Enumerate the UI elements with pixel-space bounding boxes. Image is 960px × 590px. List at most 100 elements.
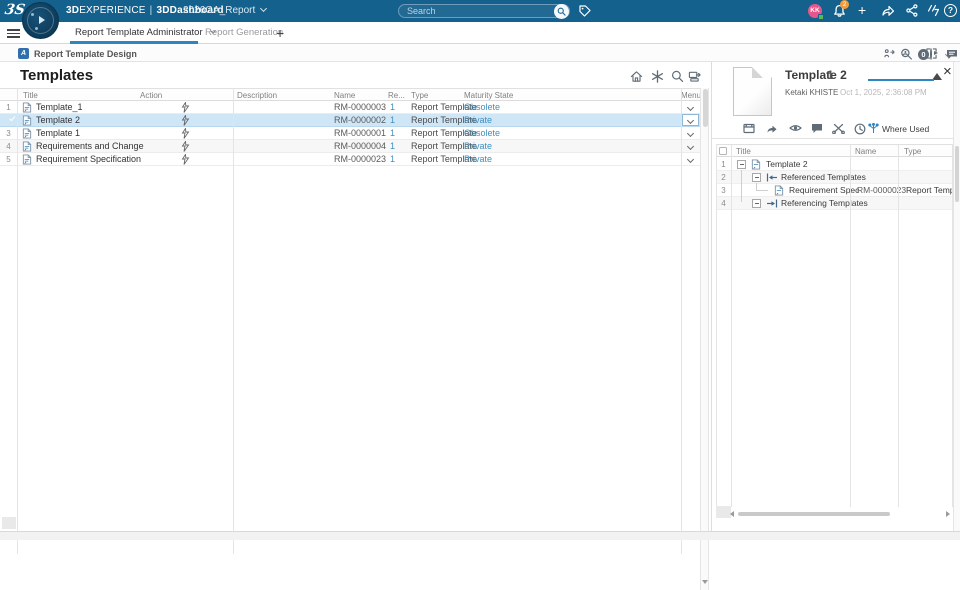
scrollbar-thumb[interactable] [702, 89, 708, 127]
tree-row[interactable]: 3 Requirement Specific... RM-0000023 Rep… [716, 184, 953, 197]
comments-panel-icon[interactable] [946, 49, 958, 60]
scroll-right-arrow-icon[interactable] [946, 511, 950, 517]
notifications-button[interactable]: 2 [833, 0, 849, 18]
close-panel-button[interactable]: × [943, 64, 952, 79]
cell-revision[interactable]: 1 [390, 127, 395, 140]
share-nodes-button[interactable] [906, 4, 918, 17]
tree-cell-title[interactable]: Template 2 [766, 158, 808, 171]
scroll-left-arrow-icon[interactable] [730, 511, 734, 517]
presence-badge-icon [818, 14, 824, 20]
home-icon[interactable] [630, 70, 643, 83]
tag-icon[interactable] [579, 5, 591, 17]
cell-maturity[interactable]: Obsolete [464, 127, 500, 140]
play-media-icon[interactable] [930, 48, 939, 60]
row-menu-button[interactable] [681, 127, 700, 140]
cell-title[interactable]: Template 1 [36, 127, 80, 140]
tree-cell-title[interactable]: Referencing Templates [781, 197, 868, 210]
chevron-down-icon [260, 4, 268, 13]
table-row[interactable]: 5 Requirement Specification RM-0000023 1… [0, 153, 700, 166]
scrollbar-thumb[interactable] [955, 146, 959, 202]
row-menu-button[interactable] [681, 153, 700, 166]
widget-header: A Report Template Design [0, 44, 960, 62]
dashboard-tab-bar: Report Template Administrator Report Gen… [0, 22, 960, 60]
cell-name: RM-0000004 [334, 141, 387, 151]
comments-tab-icon[interactable] [811, 123, 823, 134]
cell-revision[interactable]: 1 [390, 101, 395, 114]
share-tab-icon[interactable] [766, 123, 778, 134]
split-scissors-tab-icon[interactable] [832, 123, 845, 134]
widget-share-icon[interactable] [884, 48, 895, 59]
search-button[interactable] [554, 4, 569, 19]
tree-row[interactable]: 4 Referencing Templates [716, 197, 953, 210]
cell-name: RM-0000002 [334, 115, 387, 125]
row-number: 4 [6, 142, 11, 151]
tree-cell-title[interactable]: Referenced Templates [781, 171, 866, 184]
info-count-icon[interactable]: 0 [918, 49, 929, 60]
templates-panel: Templates Title Action Description Name … [0, 62, 710, 590]
add-tab-button[interactable]: + [276, 25, 284, 41]
new-content-asterisk-icon[interactable] [651, 70, 664, 83]
table-vertical-scrollbar[interactable] [700, 88, 709, 590]
hamburger-menu-icon[interactable] [7, 29, 20, 38]
cell-title[interactable]: Requirements and Change [36, 140, 144, 153]
tree-column-type[interactable]: Type [904, 145, 921, 158]
expander-collapse-icon[interactable] [737, 160, 746, 169]
table-row[interactable]: 1 Template_1 RM-0000003 1 Report Templat… [0, 101, 700, 114]
row-number: 1 [721, 160, 726, 169]
table-row-selected[interactable]: Template 2 RM-0000002 1 Report Template … [0, 114, 700, 127]
where-used-icon [868, 123, 879, 133]
panel-vertical-scrollbar[interactable] [953, 62, 960, 531]
grid-line [17, 88, 18, 554]
3dplay-apps-icon[interactable] [927, 4, 940, 17]
add-content-button[interactable]: + [858, 3, 866, 17]
cell-maturity[interactable]: Private [464, 153, 492, 166]
tree-column-title[interactable]: Title [736, 145, 751, 158]
cell-title[interactable]: Requirement Specification [36, 153, 141, 166]
top-bar: 3S 3DEXPERIENCE | 3DDashboard 2026GA_Repor… [0, 0, 960, 22]
row-menu-button[interactable] [681, 101, 700, 114]
3dcompass-icon[interactable] [22, 2, 59, 39]
brand-experience: EXPERIENCE [79, 5, 146, 16]
export-print-icon[interactable] [688, 70, 701, 83]
tree-row[interactable]: 2 Referenced Templates [716, 171, 953, 184]
detail-title: Template 2 [785, 68, 847, 82]
cell-revision[interactable]: 1 [390, 153, 395, 166]
properties-tab-icon[interactable] [743, 123, 755, 134]
preview-eye-tab-icon[interactable] [789, 123, 802, 133]
cell-title[interactable]: Template 2 [36, 114, 80, 127]
user-avatar[interactable]: KK [808, 4, 824, 20]
cell-maturity[interactable]: Private [464, 140, 492, 153]
run-action-icon[interactable] [181, 154, 190, 167]
tree-cell-title[interactable]: Requirement Specific... [789, 184, 859, 197]
dashboard-switcher[interactable]: 2026GA_Report [183, 4, 268, 16]
cell-maturity[interactable]: Obsolete [464, 101, 500, 114]
expander-collapse-icon[interactable] [752, 173, 761, 182]
tree-column-name[interactable]: Name [855, 145, 876, 158]
scroll-down-arrow-icon[interactable] [702, 580, 708, 584]
table-search-icon[interactable] [671, 70, 684, 83]
table-header-row: Title Action Description Name Re... Type… [0, 88, 701, 101]
cell-maturity[interactable]: Private [464, 114, 492, 127]
table-row[interactable]: 4 Requirements and Change RM-0000004 1 R… [0, 140, 700, 153]
row-menu-button[interactable] [681, 140, 700, 153]
panel-title: Templates [20, 67, 94, 84]
expander-collapse-icon[interactable] [752, 199, 761, 208]
cell-revision[interactable]: 1 [390, 114, 395, 127]
global-search[interactable] [398, 4, 570, 19]
scrollbar-thumb[interactable] [738, 512, 890, 516]
tree-select-all-checkbox[interactable] [719, 147, 727, 155]
cell-revision[interactable]: 1 [390, 140, 395, 153]
lookup-search-icon[interactable] [900, 48, 913, 61]
search-input[interactable] [407, 5, 547, 17]
tree-row[interactable]: 1 Template 2 [716, 158, 953, 171]
history-clock-tab-icon[interactable] [854, 123, 866, 135]
cell-title[interactable]: Template_1 [36, 101, 83, 114]
help-button[interactable]: ? [944, 4, 957, 17]
row-menu-button-focused[interactable] [682, 114, 699, 126]
table-row[interactable]: 3 Template 1 RM-0000001 1 Report Templat… [0, 127, 700, 140]
tab-report-generation[interactable]: Report Generation [205, 22, 283, 44]
row-checkbox[interactable] [0, 114, 17, 127]
row-number: 1 [6, 103, 11, 112]
share-forward-button[interactable] [881, 4, 895, 17]
tree-horizontal-scrollbar[interactable] [730, 510, 950, 518]
